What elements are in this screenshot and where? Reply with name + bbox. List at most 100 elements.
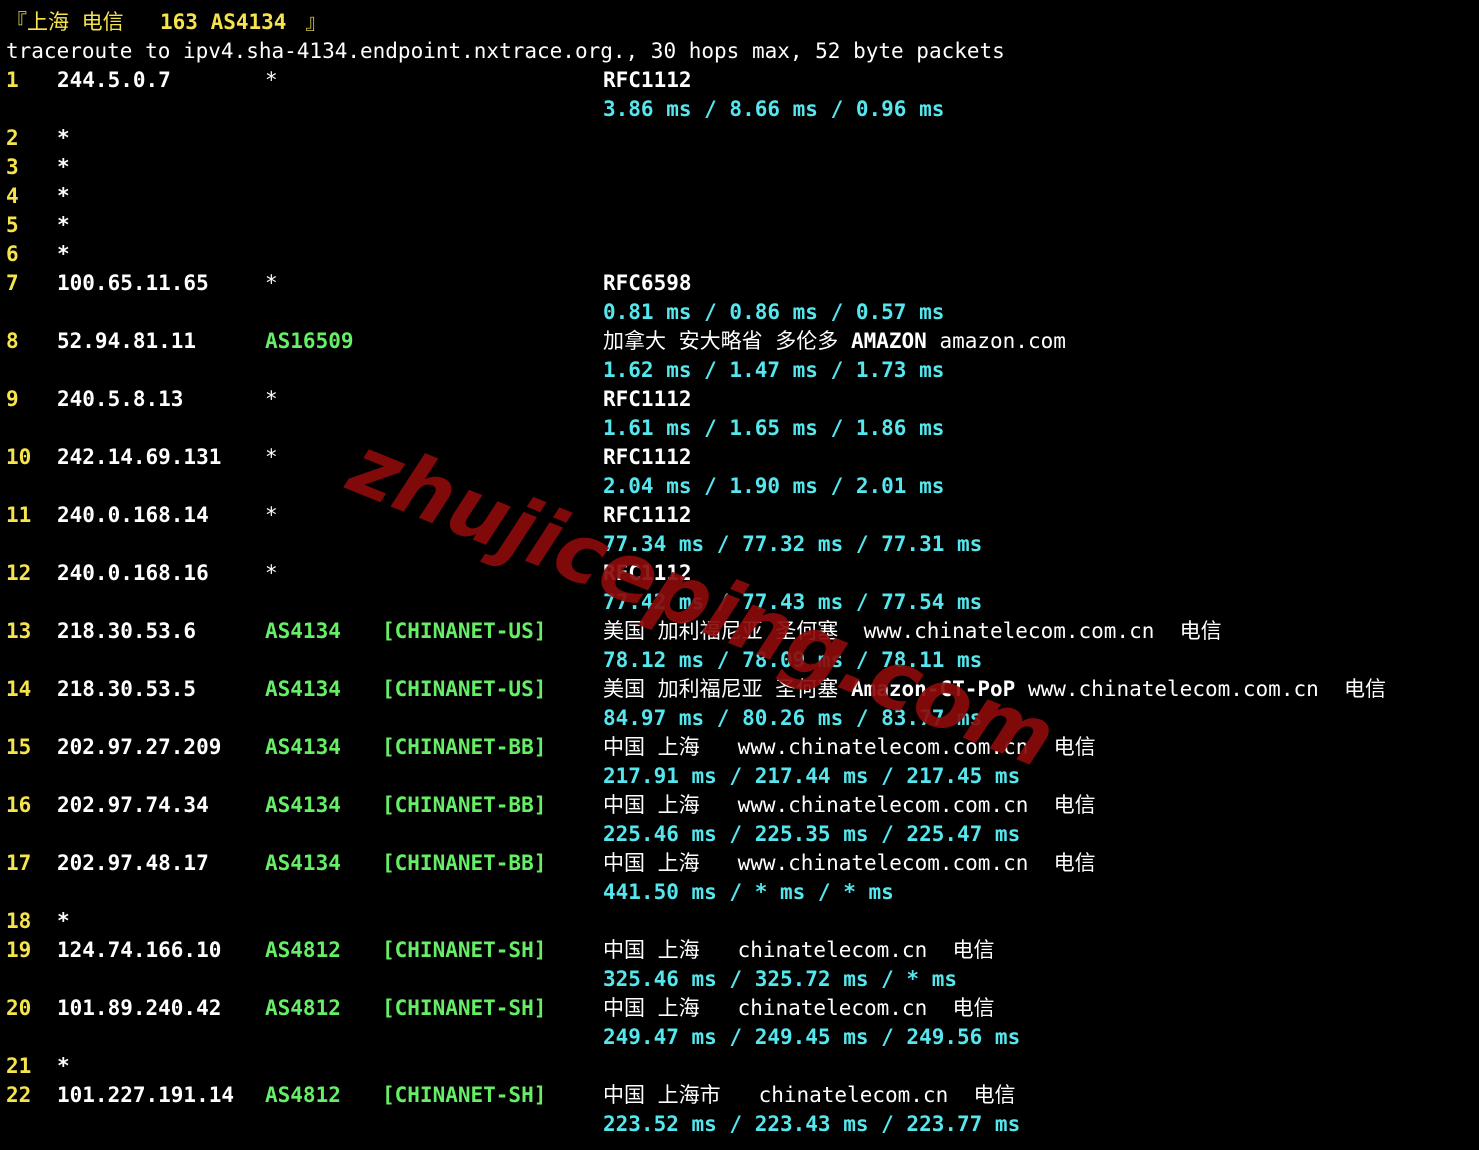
hop-number: 9 — [6, 387, 19, 411]
hop-number: 2 — [6, 126, 19, 150]
hop-geo: 美国 加利福尼亚 圣何塞 Amazon-CT-PoP www.chinatele… — [603, 675, 1386, 704]
hop-row: 2 * — [6, 124, 1476, 153]
hop-latency: 225.46 ms / 225.35 ms / 225.47 ms — [603, 822, 1021, 846]
hop-tag: [CHINANET-SH] — [382, 938, 547, 962]
hop-geo: RFC1112 — [603, 387, 692, 411]
hop-latency-row: 223.52 ms / 223.43 ms / 223.77 ms — [6, 1110, 1476, 1139]
hop-asn: * — [265, 503, 278, 527]
header-suffix: 』 — [293, 10, 327, 34]
hop-latency: 78.12 ms / 78.09 ms / 78.11 ms — [603, 648, 983, 672]
header-location: 『上海 电信 — [6, 10, 137, 34]
hop-number: 22 — [6, 1083, 32, 1107]
hop-ip: 218.30.53.6 — [57, 619, 197, 643]
hop-ip: 242.14.69.131 — [57, 445, 222, 469]
hop-geo: 加拿大 安大略省 多伦多 AMAZON amazon.com — [603, 327, 1066, 356]
hop-geo: RFC1112 — [603, 445, 692, 469]
hop-asn: AS16509 — [265, 329, 354, 353]
hop-number: 14 — [6, 677, 32, 701]
hop-asn: AS4134 — [265, 793, 341, 817]
hop-latency: 325.46 ms / 325.72 ms / * ms — [603, 967, 958, 991]
hop-asn: * — [265, 271, 278, 295]
hop-latency: 249.47 ms / 249.45 ms / 249.56 ms — [603, 1025, 1021, 1049]
hop-ip: 101.227.191.14 — [57, 1083, 235, 1107]
hop-number: 3 — [6, 155, 19, 179]
hop-asn: * — [265, 387, 278, 411]
hop-number: 15 — [6, 735, 32, 759]
hop-latency: 217.91 ms / 217.44 ms / 217.45 ms — [603, 764, 1021, 788]
hop-row: 22 101.227.191.14 AS4812 [CHINANET-SH] 中国 上海… — [6, 1081, 1476, 1110]
header-asn: 163 AS4134 — [160, 10, 287, 34]
hop-ip: * — [57, 909, 70, 933]
hop-latency-row: 0.81 ms / 0.86 ms / 0.57 ms — [6, 298, 1476, 327]
hop-ip: * — [57, 213, 70, 237]
hop-latency-row: 225.46 ms / 225.35 ms / 225.47 ms — [6, 820, 1476, 849]
hop-asn: AS4134 — [265, 619, 341, 643]
hop-row: 21 * — [6, 1052, 1476, 1081]
hop-ip: * — [57, 155, 70, 179]
hop-geo: RFC1112 — [603, 503, 692, 527]
hop-latency-row: 77.34 ms / 77.32 ms / 77.31 ms — [6, 530, 1476, 559]
hop-row: 6 * — [6, 240, 1476, 269]
hop-row: 1 244.5.0.7 * RFC1112 — [6, 66, 1476, 95]
hop-latency-row: 77.42 ms / 77.43 ms / 77.54 ms — [6, 588, 1476, 617]
hop-latency: 0.81 ms / 0.86 ms / 0.57 ms — [603, 300, 945, 324]
hop-asn: AS4812 — [265, 996, 341, 1020]
traceroute-command: traceroute to ipv4.sha-4134.endpoint.nxt… — [6, 39, 1005, 63]
terminal-output: 『上海 电信 163 AS4134 』 traceroute to ipv4.s… — [6, 8, 1476, 1139]
hop-list: 1 244.5.0.7 * RFC1112 3.86 ms / 8.66 ms / 0.… — [6, 66, 1476, 1139]
hop-geo: 中国 上海 www.chinatelecom.com.cn 电信 — [603, 851, 1096, 875]
hop-geo: RFC1112 — [603, 68, 692, 92]
hop-latency-row: 2.04 ms / 1.90 ms / 2.01 ms — [6, 472, 1476, 501]
hop-latency-row: 217.91 ms / 217.44 ms / 217.45 ms — [6, 762, 1476, 791]
hop-row: 18 * — [6, 907, 1476, 936]
hop-tag: [CHINANET-SH] — [382, 1083, 547, 1107]
hop-geo-domain: www.chinatelecom.com.cn 电信 — [1015, 677, 1387, 701]
hop-ip: 100.65.11.65 — [57, 271, 209, 295]
hop-asn: AS4134 — [265, 851, 341, 875]
hop-ip: 202.97.74.34 — [57, 793, 209, 817]
hop-ip: * — [57, 242, 70, 266]
hop-asn: AS4134 — [265, 735, 341, 759]
hop-ip: 244.5.0.7 — [57, 68, 171, 92]
hop-latency: 2.04 ms / 1.90 ms / 2.01 ms — [603, 474, 945, 498]
hop-number: 8 — [6, 329, 19, 353]
hop-tag: [CHINANET-US] — [382, 677, 547, 701]
hop-asn: AS4134 — [265, 677, 341, 701]
hop-number: 7 — [6, 271, 19, 295]
hop-latency-row: 84.97 ms / 80.26 ms / 83.77 ms — [6, 704, 1476, 733]
hop-asn: AS4812 — [265, 938, 341, 962]
hop-number: 21 — [6, 1054, 32, 1078]
hop-latency: 77.42 ms / 77.43 ms / 77.54 ms — [603, 590, 983, 614]
hop-row: 11 240.0.168.14 * RFC1112 — [6, 501, 1476, 530]
hop-ip: * — [57, 184, 70, 208]
hop-number: 12 — [6, 561, 32, 585]
hop-geo-location: 加拿大 安大略省 多伦多 — [603, 329, 851, 353]
hop-geo: 中国 上海市 chinatelecom.cn 电信 — [603, 1083, 1016, 1107]
hop-latency: 3.86 ms / 8.66 ms / 0.96 ms — [603, 97, 945, 121]
header-line: 『上海 电信 163 AS4134 』 — [6, 8, 1476, 37]
hop-row: 3 * — [6, 153, 1476, 182]
hop-number: 10 — [6, 445, 32, 469]
hop-number: 5 — [6, 213, 19, 237]
hop-number: 18 — [6, 909, 32, 933]
hop-number: 11 — [6, 503, 32, 527]
hop-ip: 52.94.81.11 — [57, 329, 197, 353]
hop-geo-location: 美国 加利福尼亚 圣何塞 — [603, 677, 851, 701]
hop-geo: 中国 上海 www.chinatelecom.com.cn 电信 — [603, 735, 1096, 759]
hop-row: 20 101.89.240.42 AS4812 [CHINANET-SH] 中国 上海 … — [6, 994, 1476, 1023]
hop-number: 1 — [6, 68, 19, 92]
hop-latency: 223.52 ms / 223.43 ms / 223.77 ms — [603, 1112, 1021, 1136]
hop-tag: [CHINANET-BB] — [382, 793, 547, 817]
hop-geo: RFC1112 — [603, 561, 692, 585]
command-line: traceroute to ipv4.sha-4134.endpoint.nxt… — [6, 37, 1476, 66]
hop-ip: * — [57, 1054, 70, 1078]
hop-row: 8 52.94.81.11 AS16509 加拿大 安大略省 多伦多 AMAZON a… — [6, 327, 1476, 356]
hop-latency: 1.61 ms / 1.65 ms / 1.86 ms — [603, 416, 945, 440]
hop-asn: * — [265, 68, 278, 92]
hop-latency-row: 441.50 ms / * ms / * ms — [6, 878, 1476, 907]
hop-geo: RFC6598 — [603, 271, 692, 295]
hop-ip: 101.89.240.42 — [57, 996, 222, 1020]
hop-tag: [CHINANET-BB] — [382, 735, 547, 759]
hop-asn: * — [265, 445, 278, 469]
hop-tag: [CHINANET-SH] — [382, 996, 547, 1020]
